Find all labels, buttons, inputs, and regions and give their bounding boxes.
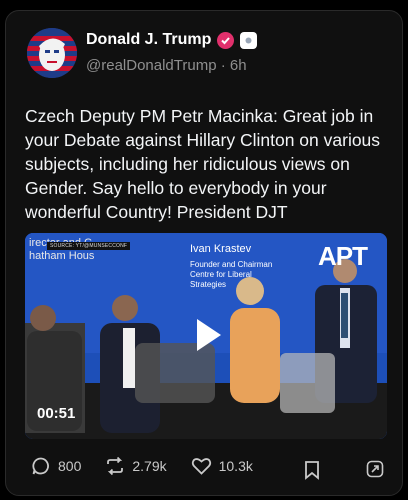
repost-count: 2.79k [132, 458, 167, 474]
heart-icon [191, 458, 211, 475]
channel-logo: APT [318, 241, 368, 271]
overlay-line-2: hatham Hous [29, 250, 95, 262]
action-bar: 800 2.79k 10.3k [31, 456, 277, 476]
like-button[interactable]: 10.3k [191, 456, 253, 476]
avatar[interactable] [27, 28, 77, 78]
reply-count: 800 [58, 458, 82, 474]
video-overlay-text: irector and C hatham Hous [29, 237, 94, 263]
repost-icon [107, 456, 124, 476]
reply-button[interactable]: 800 [31, 456, 81, 476]
author-handle[interactable]: @realDonaldTrump [86, 57, 217, 74]
post-text: Czech Deputy PM Petr Macinka: Great job … [25, 106, 381, 222]
share-icon [366, 460, 384, 478]
play-icon [197, 319, 221, 351]
author-row: Donald J. Trump [86, 31, 258, 49]
author-name[interactable]: Donald J. Trump [86, 31, 211, 49]
post-card[interactable]: Donald J. Trump @realDonaldTrump · 6h Cz… [5, 10, 403, 496]
author-meta: @realDonaldTrump · 6h [86, 57, 247, 74]
speaker-title: Founder and Chairman Centre for Liberal … [190, 260, 273, 289]
bookmark-icon [305, 461, 319, 480]
video-player[interactable]: irector and C hatham Hous SOURCE: YT/@MU… [25, 233, 387, 439]
comment-icon [32, 457, 49, 475]
repost-button[interactable]: 2.79k [105, 456, 167, 476]
like-count: 10.3k [218, 458, 253, 474]
share-button[interactable] [365, 459, 385, 484]
source-tag: SOURCE: YT/@MUNSECCONF [47, 242, 131, 250]
video-duration: 00:51 [37, 405, 76, 422]
speaker-name: Ivan Krastev [190, 243, 252, 255]
play-button[interactable] [185, 313, 229, 357]
verified-badge-icon [217, 31, 235, 49]
government-badge-icon [240, 31, 258, 49]
separator-dot: · [220, 57, 230, 74]
bookmark-button[interactable] [304, 460, 320, 485]
post-time: 6h [229, 57, 247, 74]
